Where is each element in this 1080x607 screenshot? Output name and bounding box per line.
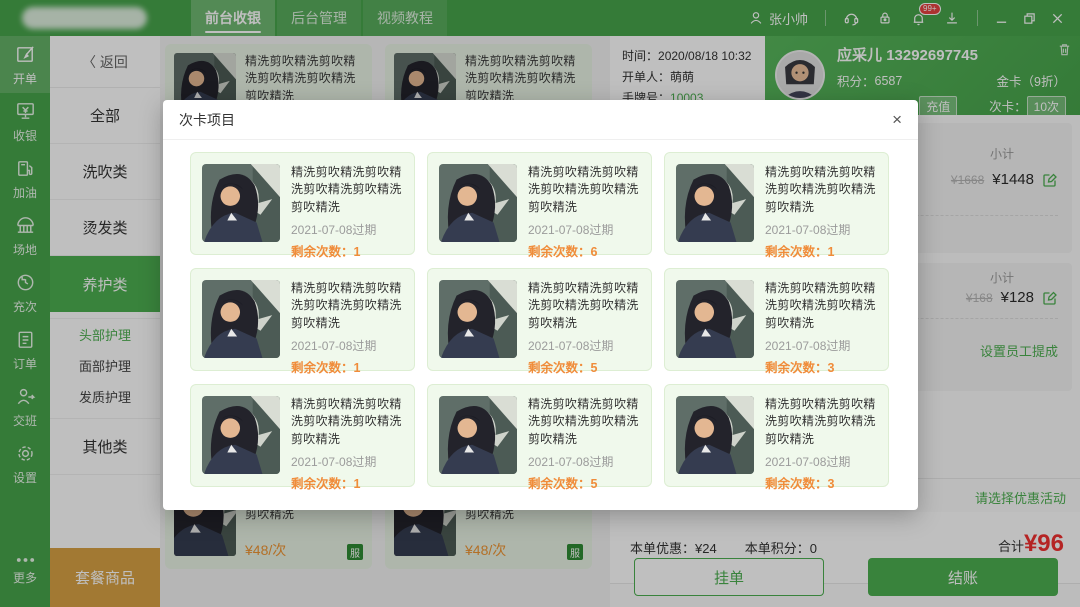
times-card-image — [439, 280, 517, 358]
expire-date: 2021-07-08过期 — [765, 453, 877, 470]
remaining-times: 剩余次数：1 — [765, 241, 877, 260]
times-card-image — [439, 164, 517, 242]
modal-close-icon[interactable]: × — [892, 111, 902, 128]
times-card[interactable]: 精洗剪吹精洗剪吹精洗剪吹精洗剪吹精洗剪吹精洗 2021-07-08过期 剩余次数… — [190, 384, 415, 487]
remaining-times: 剩余次数：5 — [528, 473, 640, 492]
times-card[interactable]: 精洗剪吹精洗剪吹精洗剪吹精洗剪吹精洗剪吹精洗 2021-07-08过期 剩余次数… — [664, 268, 889, 371]
remaining-times: 剩余次数：3 — [765, 357, 877, 376]
expire-date: 2021-07-08过期 — [528, 453, 640, 470]
expire-date: 2021-07-08过期 — [528, 221, 640, 238]
times-card[interactable]: 精洗剪吹精洗剪吹精洗剪吹精洗剪吹精洗剪吹精洗 2021-07-08过期 剩余次数… — [190, 268, 415, 371]
expire-date: 2021-07-08过期 — [765, 337, 877, 354]
times-card[interactable]: 精洗剪吹精洗剪吹精洗剪吹精洗剪吹精洗剪吹精洗 2021-07-08过期 剩余次数… — [190, 152, 415, 255]
times-card-image — [676, 396, 754, 474]
times-card-image — [676, 164, 754, 242]
times-card-image — [202, 280, 280, 358]
times-card[interactable]: 精洗剪吹精洗剪吹精洗剪吹精洗剪吹精洗剪吹精洗 2021-07-08过期 剩余次数… — [427, 268, 652, 371]
times-card[interactable]: 精洗剪吹精洗剪吹精洗剪吹精洗剪吹精洗剪吹精洗 2021-07-08过期 剩余次数… — [664, 152, 889, 255]
times-card-image — [202, 396, 280, 474]
times-card[interactable]: 精洗剪吹精洗剪吹精洗剪吹精洗剪吹精洗剪吹精洗 2021-07-08过期 剩余次数… — [427, 384, 652, 487]
remaining-times: 剩余次数：3 — [765, 473, 877, 492]
times-card-grid: 精洗剪吹精洗剪吹精洗剪吹精洗剪吹精洗剪吹精洗 2021-07-08过期 剩余次数… — [163, 140, 918, 487]
modal-title: 次卡项目 — [179, 110, 235, 130]
remaining-times: 剩余次数：5 — [528, 357, 640, 376]
times-card-modal: 次卡项目 × 精洗剪吹精洗剪吹精洗剪吹精洗剪吹精洗剪吹精洗 2021-07-08… — [163, 100, 918, 510]
times-card-image — [439, 396, 517, 474]
times-card[interactable]: 精洗剪吹精洗剪吹精洗剪吹精洗剪吹精洗剪吹精洗 2021-07-08过期 剩余次数… — [427, 152, 652, 255]
times-card-image — [676, 280, 754, 358]
remaining-times: 剩余次数：1 — [291, 473, 403, 492]
expire-date: 2021-07-08过期 — [291, 453, 403, 470]
remaining-times: 剩余次数：1 — [291, 241, 403, 260]
times-card[interactable]: 精洗剪吹精洗剪吹精洗剪吹精洗剪吹精洗剪吹精洗 2021-07-08过期 剩余次数… — [664, 384, 889, 487]
app-window: 前台收银 后台管理 视频教程 张小帅 99+ — [0, 0, 1080, 607]
expire-date: 2021-07-08过期 — [291, 221, 403, 238]
expire-date: 2021-07-08过期 — [765, 221, 877, 238]
expire-date: 2021-07-08过期 — [291, 337, 403, 354]
times-card-image — [202, 164, 280, 242]
remaining-times: 剩余次数：1 — [291, 357, 403, 376]
remaining-times: 剩余次数：6 — [528, 241, 640, 260]
expire-date: 2021-07-08过期 — [528, 337, 640, 354]
